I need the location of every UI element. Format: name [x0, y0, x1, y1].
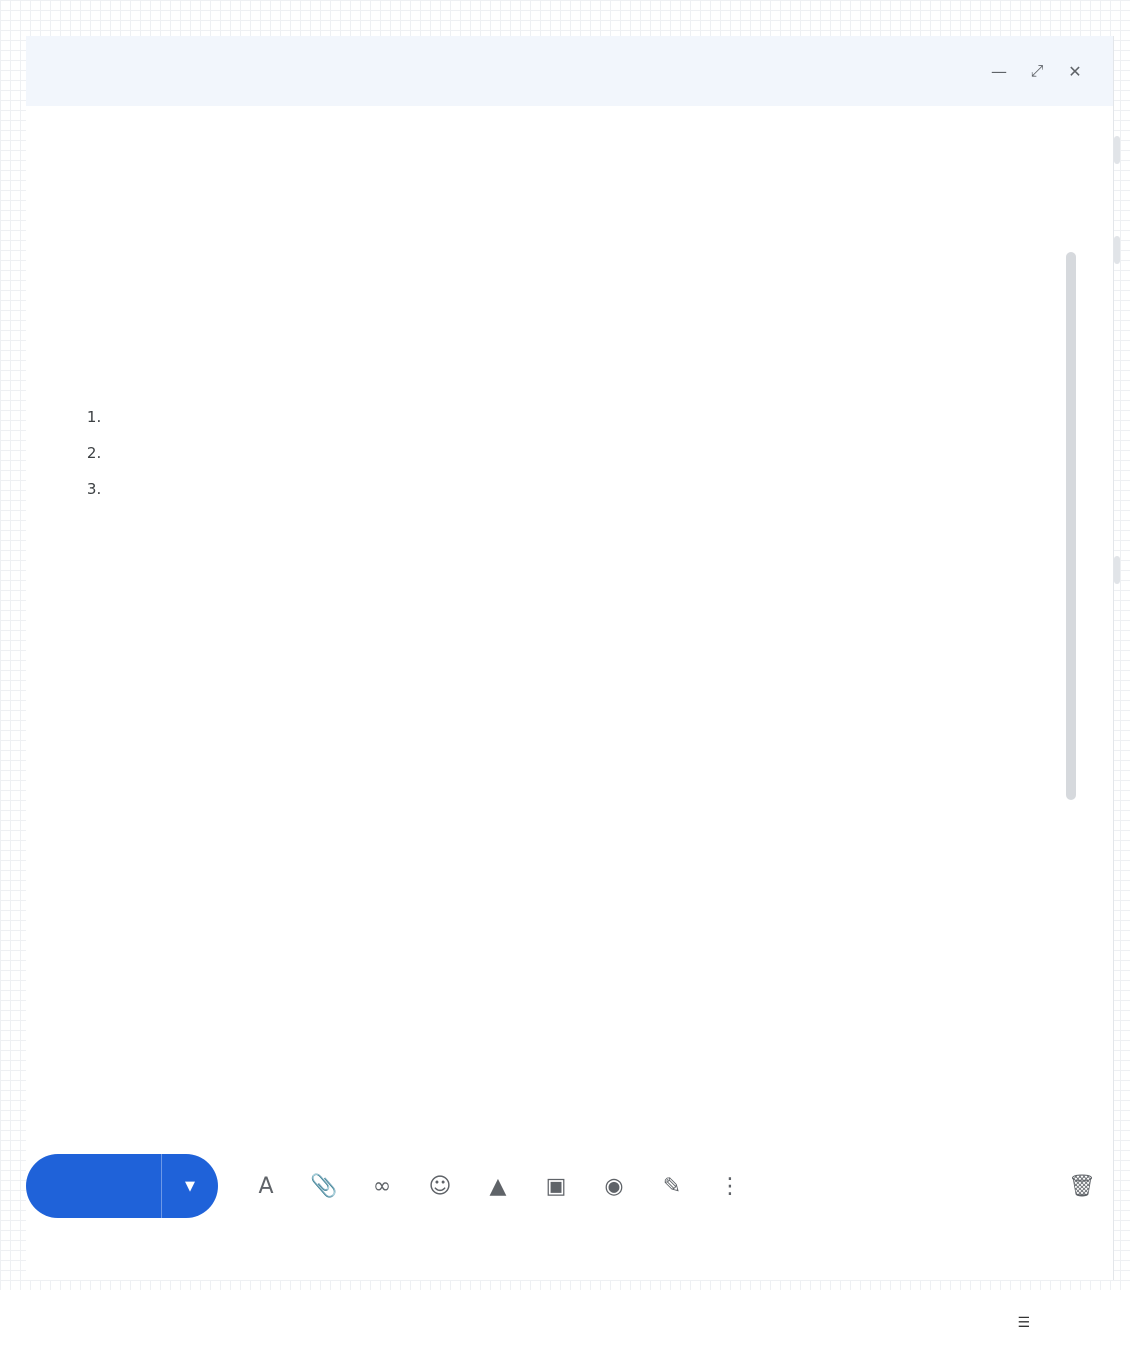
menu-icon[interactable]: ☰ — [1017, 1315, 1030, 1331]
question-list — [106, 400, 1047, 506]
close-icon[interactable]: ✕ — [1065, 61, 1085, 81]
scroll-marker — [1114, 236, 1120, 264]
list-item — [106, 436, 1047, 470]
list-item — [106, 472, 1047, 506]
send-options-icon[interactable]: ▼ — [162, 1179, 218, 1194]
drive-icon[interactable]: ▲ — [480, 1168, 516, 1204]
send-button[interactable]: ▼ — [26, 1154, 218, 1218]
attach-icon[interactable]: 📎 — [306, 1168, 342, 1204]
list-item — [106, 400, 1047, 434]
more-options-icon[interactable]: ⋮ — [712, 1168, 748, 1204]
scroll-marker — [1114, 136, 1120, 164]
window-controls: — ⤢ ✕ — [989, 61, 1085, 81]
format-text-icon[interactable]: A — [248, 1168, 284, 1204]
signature-icon[interactable]: ✎ — [654, 1168, 690, 1204]
delete-icon[interactable]: 🗑 — [1064, 1168, 1100, 1204]
emoji-icon[interactable]: ☺ — [422, 1168, 458, 1204]
site-footer: ☰ — [0, 1290, 1130, 1356]
format-tools: A 📎 ∞ ☺ ▲ ▣ ◉ ✎ ⋮ — [248, 1168, 748, 1204]
compose-window: — ⤢ ✕ — [26, 36, 1120, 1280]
scroll-marker — [1114, 556, 1120, 584]
compose-header: — ⤢ ✕ — [26, 36, 1113, 106]
photo-icon[interactable]: ▣ — [538, 1168, 574, 1204]
message-body[interactable] — [54, 294, 1047, 508]
window-scrollbar[interactable] — [1112, 96, 1122, 1276]
body-scrollbar[interactable] — [1066, 252, 1076, 800]
lock-icon[interactable]: ◉ — [596, 1168, 632, 1204]
compose-toolbar: ▼ A 📎 ∞ ☺ ▲ ▣ ◉ ✎ ⋮ 🗑 — [26, 1152, 1100, 1220]
expand-icon[interactable]: ⤢ — [1027, 61, 1047, 81]
link-icon[interactable]: ∞ — [364, 1168, 400, 1204]
minimize-icon[interactable]: — — [989, 61, 1009, 81]
